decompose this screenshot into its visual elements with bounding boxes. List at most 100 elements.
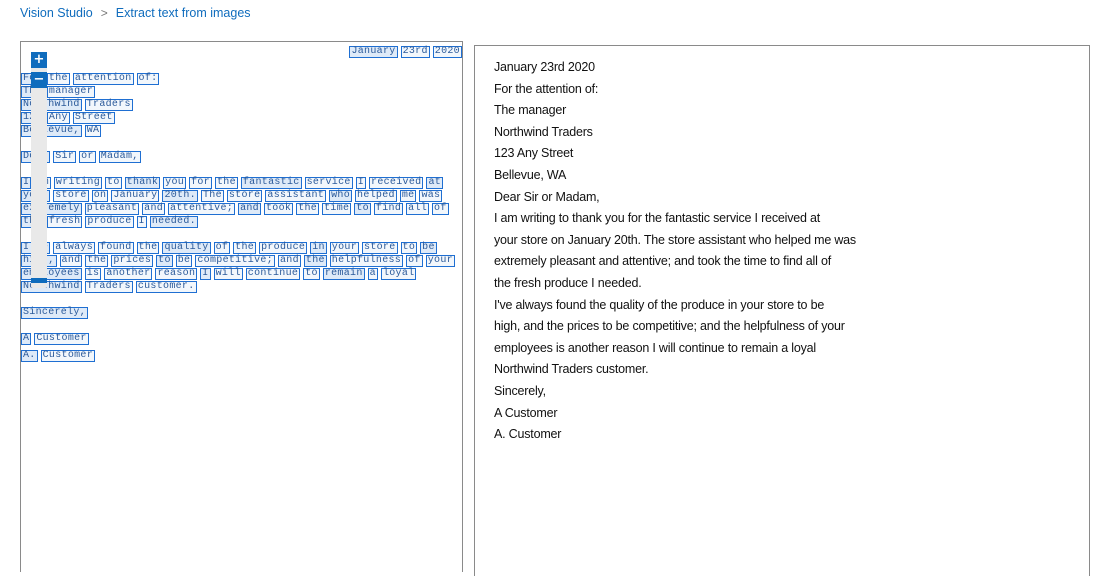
word-bounding-box[interactable]: Madam, xyxy=(98,151,141,163)
word-bounding-box[interactable]: remain xyxy=(322,268,365,280)
word-bounding-box[interactable]: and xyxy=(59,255,83,267)
word-bounding-box[interactable]: I xyxy=(355,177,367,189)
extracted-text-line[interactable]: I've always found the quality of the pro… xyxy=(494,295,1089,317)
word-bounding-box[interactable]: helped xyxy=(355,190,397,202)
word-bounding-box[interactable]: 2020 xyxy=(432,46,462,58)
word-bounding-box[interactable]: time xyxy=(322,203,352,215)
word-bounding-box[interactable]: I xyxy=(200,268,211,280)
word-bounding-box[interactable]: of xyxy=(213,242,231,254)
word-bounding-box[interactable]: always xyxy=(53,242,96,254)
word-bounding-box[interactable]: Any xyxy=(46,112,70,124)
extracted-text-line[interactable]: A. Customer xyxy=(494,424,1089,446)
word-bounding-box[interactable]: was xyxy=(419,190,443,202)
word-bounding-box[interactable]: helpfulness xyxy=(329,255,404,267)
extracted-text-line[interactable]: A Customer xyxy=(494,403,1089,425)
word-bounding-box[interactable]: fantastic xyxy=(240,177,302,189)
word-bounding-box[interactable]: the xyxy=(46,73,70,85)
zoom-in-button[interactable]: + xyxy=(31,52,47,68)
extracted-text-line[interactable]: extremely pleasant and attentive; and to… xyxy=(494,251,1089,273)
extracted-text-line[interactable]: Bellevue, WA xyxy=(494,165,1089,187)
word-bounding-box[interactable]: for xyxy=(189,177,212,189)
extracted-text-line[interactable]: Northwind Traders customer. xyxy=(494,359,1089,381)
word-bounding-box[interactable]: writing xyxy=(53,177,103,189)
word-bounding-box[interactable]: your xyxy=(329,242,360,254)
word-bounding-box[interactable]: be xyxy=(175,255,193,267)
extracted-text-line[interactable]: Northwind Traders xyxy=(494,122,1089,144)
word-bounding-box[interactable]: produce xyxy=(85,216,134,228)
word-bounding-box[interactable]: who xyxy=(329,190,353,202)
word-bounding-box[interactable]: Sincerely, xyxy=(21,307,89,319)
word-bounding-box[interactable]: store xyxy=(53,190,89,202)
word-bounding-box[interactable]: find xyxy=(373,203,404,215)
word-bounding-box[interactable]: and xyxy=(238,203,261,215)
word-bounding-box[interactable]: to xyxy=(105,177,122,189)
extracted-text-line[interactable]: For the attention of: xyxy=(494,79,1089,101)
extracted-text-line[interactable]: your store on January 20th. The store as… xyxy=(494,230,1089,252)
word-bounding-box[interactable]: continue xyxy=(245,268,301,280)
word-bounding-box[interactable]: the xyxy=(85,255,109,267)
word-bounding-box[interactable]: A xyxy=(21,333,32,345)
word-bounding-box[interactable]: WA xyxy=(84,125,102,137)
word-bounding-box[interactable]: store xyxy=(226,190,263,202)
word-bounding-box[interactable]: received xyxy=(369,177,424,189)
word-bounding-box[interactable]: the xyxy=(303,255,327,267)
word-bounding-box[interactable]: reason xyxy=(155,268,198,280)
word-bounding-box[interactable]: quality xyxy=(162,242,211,254)
word-bounding-box[interactable]: The xyxy=(200,190,224,202)
word-bounding-box[interactable]: Customer xyxy=(40,350,96,362)
breadcrumb-vision-studio[interactable]: Vision Studio xyxy=(20,6,93,20)
word-bounding-box[interactable]: prices xyxy=(111,255,154,267)
word-bounding-box[interactable]: of xyxy=(406,255,423,267)
extracted-text-line[interactable]: the fresh produce I needed. xyxy=(494,273,1089,295)
word-bounding-box[interactable]: or xyxy=(79,151,96,163)
word-bounding-box[interactable]: thank xyxy=(124,177,161,189)
word-bounding-box[interactable]: the xyxy=(136,242,160,254)
zoom-slider[interactable]: + − xyxy=(31,52,47,288)
word-bounding-box[interactable]: pleasant xyxy=(84,203,140,215)
word-bounding-box[interactable]: me xyxy=(399,190,417,202)
word-bounding-box[interactable]: be xyxy=(420,242,437,254)
word-bounding-box[interactable]: will xyxy=(213,268,243,280)
word-bounding-box[interactable]: another xyxy=(104,268,153,280)
word-bounding-box[interactable]: the xyxy=(296,203,320,215)
word-bounding-box[interactable]: attention xyxy=(72,73,134,85)
word-bounding-box[interactable]: to xyxy=(400,242,418,254)
document-image-panel[interactable]: January23rd2020Fortheattentionof:Themana… xyxy=(20,41,463,572)
extracted-text-line[interactable]: 123 Any Street xyxy=(494,143,1089,165)
word-bounding-box[interactable]: your xyxy=(425,255,455,267)
word-bounding-box[interactable]: A. xyxy=(21,350,38,362)
word-bounding-box[interactable]: Traders xyxy=(84,99,133,111)
word-bounding-box[interactable]: and xyxy=(277,255,301,267)
word-bounding-box[interactable]: fresh xyxy=(46,216,83,228)
word-bounding-box[interactable]: competitive; xyxy=(195,255,275,267)
word-bounding-box[interactable]: took xyxy=(263,203,294,215)
word-bounding-box[interactable]: all xyxy=(406,203,430,215)
word-bounding-box[interactable]: attentive; xyxy=(168,203,236,215)
word-bounding-box[interactable]: and xyxy=(142,203,166,215)
word-bounding-box[interactable]: Traders xyxy=(84,281,133,293)
word-bounding-box[interactable]: is xyxy=(84,268,102,280)
extracted-text-line[interactable]: January 23rd 2020 xyxy=(494,57,1089,79)
breadcrumb-extract-text[interactable]: Extract text from images xyxy=(116,6,251,20)
extracted-text-line[interactable]: employees is another reason I will conti… xyxy=(494,338,1089,360)
zoom-out-button[interactable]: − xyxy=(31,72,47,88)
word-bounding-box[interactable]: of: xyxy=(136,73,160,85)
extracted-text-line[interactable]: I am writing to thank you for the fantas… xyxy=(494,208,1089,230)
word-bounding-box[interactable]: I xyxy=(136,216,147,228)
word-bounding-box[interactable]: I xyxy=(21,177,32,189)
word-bounding-box[interactable]: 20th. xyxy=(162,190,198,202)
word-bounding-box[interactable]: store xyxy=(362,242,398,254)
word-bounding-box[interactable]: to xyxy=(354,203,371,215)
word-bounding-box[interactable]: Street xyxy=(72,112,115,124)
word-bounding-box[interactable]: loyal xyxy=(380,268,417,280)
word-bounding-box[interactable]: January xyxy=(111,190,160,202)
word-bounding-box[interactable]: produce xyxy=(259,242,308,254)
word-bounding-box[interactable]: customer. xyxy=(135,281,197,293)
word-bounding-box[interactable]: January xyxy=(349,46,398,58)
word-bounding-box[interactable]: manager xyxy=(46,86,96,98)
word-bounding-box[interactable]: of xyxy=(432,203,449,215)
word-bounding-box[interactable]: 23rd xyxy=(400,46,430,58)
word-bounding-box[interactable]: service xyxy=(304,177,353,189)
extracted-text-line[interactable]: Sincerely, xyxy=(494,381,1089,403)
word-bounding-box[interactable]: you xyxy=(163,177,187,189)
